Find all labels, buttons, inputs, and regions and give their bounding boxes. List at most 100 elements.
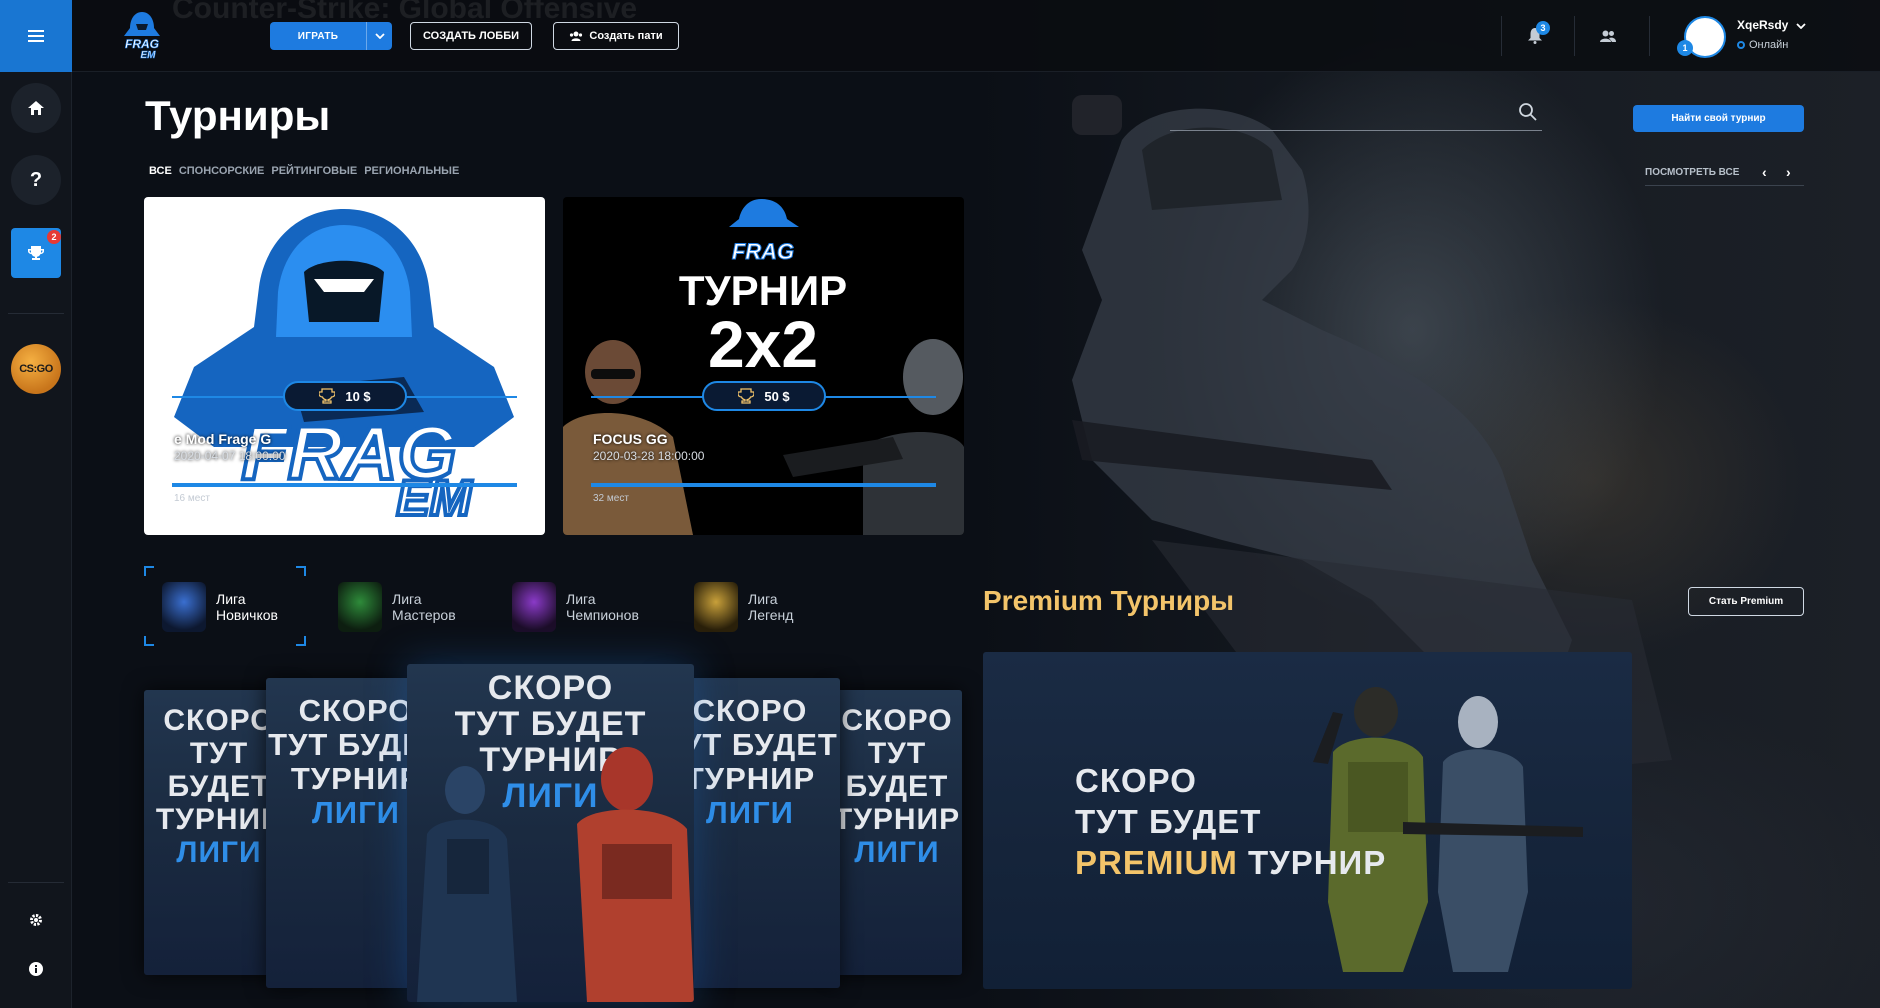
league-emblem-icon (162, 582, 206, 632)
tournament-card[interactable]: FRAG EM 10 $ e Mod Frage G 2020-04-07 18… (144, 197, 545, 535)
league-label: Лига Новичков (216, 591, 278, 623)
chevron-down-icon (374, 33, 385, 39)
find-tournament-label: Найти свой турнир (1671, 113, 1766, 124)
view-all-link[interactable]: ПОСМОТРЕТЬ ВСЕ (1645, 167, 1739, 178)
next-arrow[interactable]: › (1786, 164, 1791, 180)
friends-button[interactable] (1596, 24, 1620, 48)
league-tab-novice[interactable]: Лига Новичков (162, 568, 278, 646)
sidebar-divider (8, 313, 64, 314)
league-label: Лига Чемпионов (566, 591, 639, 623)
filter-all[interactable]: ВСЕ (149, 165, 172, 177)
league-emblem-icon (694, 582, 738, 632)
topbar-divider (1574, 16, 1575, 56)
find-tournament-button[interactable]: Найти свой турнир (1633, 105, 1804, 132)
friends-icon (1600, 30, 1616, 42)
trophy-icon (738, 388, 755, 404)
create-party-label: Создать пати (589, 30, 663, 42)
csgo-logo-label: CS:GO (19, 363, 53, 375)
username-label: XqeRsdy (1737, 18, 1789, 32)
home-icon (28, 101, 44, 115)
create-lobby-label: СОЗДАТЬ ЛОББИ (422, 30, 520, 42)
user-status-label: Онлайн (1749, 39, 1789, 51)
sidebar: ? 2 CS:GO (0, 0, 72, 1008)
home-button[interactable] (11, 83, 61, 133)
help-button[interactable]: ? (11, 155, 61, 205)
fragem-logo[interactable]: FRAG EM (114, 8, 170, 65)
status-dot-icon (1737, 41, 1745, 49)
gear-icon (30, 914, 42, 926)
prev-arrow[interactable]: ‹ (1762, 164, 1767, 180)
tournament-name: e Mod Frage G (174, 431, 272, 447)
selection-corner (144, 636, 154, 646)
league-tab-masters[interactable]: Лига Мастеров (338, 568, 456, 646)
tournament-date: 2020-04-07 18:00:00 (174, 449, 286, 463)
search-input[interactable] (1170, 102, 1510, 128)
question-icon: ? (29, 168, 43, 191)
menu-button[interactable] (0, 0, 72, 72)
svg-text:EM: EM (397, 470, 473, 526)
become-premium-label: Стать Premium (1708, 596, 1784, 607)
svg-text:2x2: 2x2 (708, 307, 818, 381)
league-label: Лига Легенд (748, 591, 794, 623)
filter-regional[interactable]: РЕГИОНАЛЬНЫЕ (364, 165, 459, 177)
settings-button[interactable] (24, 908, 48, 932)
league-tab-champions[interactable]: Лига Чемпионов (512, 568, 639, 646)
play-button-label: ИГРАТЬ (297, 30, 339, 42)
league-card[interactable]: СКОРО ТУТ БУДЕТ ТУРНИР ЛИГИ (832, 690, 962, 975)
username[interactable]: XqeRsdy (1737, 18, 1806, 32)
chevron-down-icon (1796, 23, 1806, 30)
sidebar-divider (8, 882, 64, 883)
tournament-progress (591, 483, 936, 487)
league-characters-image (417, 747, 694, 1002)
premium-banner[interactable]: СКОРО ТУТ БУДЕТ PREMIUM ТУРНИР (983, 652, 1632, 989)
page-title: Турниры (145, 92, 331, 139)
league-emblem-icon (512, 582, 556, 632)
search-underline (1170, 130, 1542, 131)
selection-corner (144, 566, 154, 576)
league-emblem-icon (338, 582, 382, 632)
play-button[interactable]: ИГРАТЬ (270, 22, 392, 50)
prize-badge: 50 $ (702, 381, 826, 411)
csgo-game-button[interactable]: CS:GO (11, 344, 61, 394)
league-label: Лига Мастеров (392, 591, 456, 623)
tournament-spots: 16 мест (174, 493, 210, 504)
info-button[interactable] (24, 957, 48, 981)
tournament-progress (172, 483, 517, 487)
svg-text:FRAG: FRAG (732, 239, 794, 264)
search-icon[interactable] (1518, 102, 1538, 127)
filter-sponsored[interactable]: СПОНСОРСКИЕ (179, 165, 265, 177)
selection-corner (296, 636, 306, 646)
filter-rated[interactable]: РЕЙТИНГОВЫЕ (271, 165, 357, 177)
info-icon (29, 962, 43, 976)
selection-corner (296, 566, 306, 576)
tournament-date: 2020-03-28 18:00:00 (593, 449, 705, 463)
tournament-spots: 32 мест (593, 493, 629, 504)
premium-title: Premium Турниры (983, 585, 1235, 616)
topbar-divider (1649, 16, 1650, 56)
tournament-name: FOCUS GG (593, 431, 668, 447)
create-party-button[interactable]: Создать пати (553, 22, 679, 50)
trophy-icon (28, 246, 44, 260)
hamburger-icon (28, 30, 44, 42)
become-premium-button[interactable]: Стать Premium (1688, 587, 1804, 616)
svg-text:EM: EM (141, 50, 157, 60)
view-all-underline (1645, 185, 1804, 186)
tournament-filters: ВСЕ СПОНСОРСКИЕ РЕЙТИНГОВЫЕ РЕГИОНАЛЬНЫЕ (149, 165, 459, 177)
tournament-card[interactable]: FRAG ТУРНИР 2x2 50 $ FOCUS GG 2020-03-28… (563, 197, 964, 535)
play-dropdown[interactable] (366, 22, 392, 50)
notifications-badge: 3 (1536, 21, 1550, 35)
svg-text:FRAG: FRAG (125, 37, 159, 51)
tournaments-badge: 2 (47, 230, 61, 244)
trophy-icon (319, 388, 336, 404)
prize-amount: 50 $ (764, 388, 790, 404)
avatar-level-badge: 1 (1677, 40, 1693, 56)
create-lobby-button[interactable]: СОЗДАТЬ ЛОББИ (410, 22, 532, 50)
prize-badge: 10 $ (283, 381, 407, 411)
league-tab-legends[interactable]: Лига Легенд (694, 568, 793, 646)
topbar-divider (1501, 16, 1502, 56)
prize-amount: 10 $ (345, 388, 371, 404)
league-card-active[interactable]: СКОРО ТУТ БУДЕТ ТУРНИР ЛИГИ (407, 664, 694, 1002)
group-icon (570, 31, 583, 41)
premium-banner-text: СКОРО ТУТ БУДЕТ PREMIUM ТУРНИР (1075, 762, 1387, 881)
topbar: Counter-Strike: Global Offensive FRAG EM… (72, 0, 1880, 72)
